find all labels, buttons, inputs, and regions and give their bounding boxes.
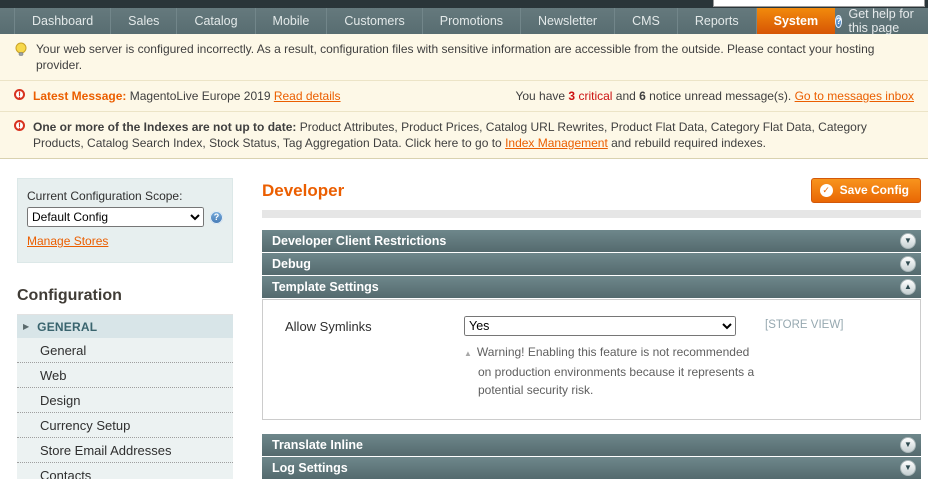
scope-label: Current Configuration Scope: <box>27 189 183 203</box>
header-divider <box>262 210 921 218</box>
lightbulb-icon <box>14 42 28 57</box>
unread-and: and <box>612 89 640 103</box>
section-developer-client-restrictions[interactable]: Developer Client Restrictions ▼ <box>262 230 921 252</box>
nav-item-system[interactable]: System <box>756 8 836 34</box>
sidebar-section-general[interactable]: ▶ GENERAL <box>17 315 233 338</box>
top-strip <box>0 0 928 8</box>
section-log-settings[interactable]: Log Settings ▼ <box>262 457 921 479</box>
nav-item-catalog[interactable]: Catalog <box>177 8 256 34</box>
allow-symlinks-label: Allow Symlinks <box>285 319 372 334</box>
section-debug[interactable]: Debug ▼ <box>262 253 921 275</box>
main-content: Developer ✓ Save Config Developer Client… <box>262 178 921 479</box>
global-search-input[interactable] <box>713 0 925 7</box>
manage-stores-link[interactable]: Manage Stores <box>27 234 108 248</box>
scope-select[interactable]: Default Config <box>27 207 204 227</box>
read-details-link[interactable]: Read details <box>274 89 341 103</box>
sidebar-item-general[interactable]: General <box>17 338 233 363</box>
allow-symlinks-select[interactable]: Yes <box>464 316 736 336</box>
nav-item-dashboard[interactable]: Dashboard <box>14 8 112 34</box>
error-icon: ! <box>14 120 25 131</box>
configuration-scope-box: Current Configuration Scope: Default Con… <box>17 178 233 263</box>
sidebar-item-store-email-addresses[interactable]: Store Email Addresses <box>17 438 233 463</box>
config-sidebar: Current Configuration Scope: Default Con… <box>17 178 233 479</box>
page-title: Developer <box>262 180 345 200</box>
index-management-link[interactable]: Index Management <box>505 136 608 150</box>
nav-item-sales[interactable]: Sales <box>111 8 178 34</box>
unread-pre: You have <box>515 89 569 103</box>
index-warning-suffix: and rebuild required indexes. <box>607 136 766 150</box>
section-label: Debug <box>272 257 311 271</box>
chevron-down-icon[interactable]: ▼ <box>900 233 916 249</box>
nav-item-promotions[interactable]: Promotions <box>423 8 522 34</box>
index-warning-message: ! One or more of the Indexes are not up … <box>0 112 928 158</box>
get-help-link[interactable]: ? Get help for this page <box>835 7 928 35</box>
sidebar-item-currency-setup[interactable]: Currency Setup <box>17 413 233 438</box>
chevron-down-icon[interactable]: ▼ <box>900 256 916 272</box>
section-label: Developer Client Restrictions <box>272 234 447 248</box>
check-circle-icon: ✓ <box>819 183 833 197</box>
nav-item-customers[interactable]: Customers <box>327 8 423 34</box>
server-notice-message: Your web server is configured incorrectl… <box>0 34 928 81</box>
question-circle-icon: ? <box>835 14 843 28</box>
critical-word: critical <box>575 89 613 103</box>
section-label: Template Settings <box>272 280 379 294</box>
latest-message-body: MagentoLive Europe 2019 <box>129 89 271 103</box>
server-notice-text: Your web server is configured incorrectl… <box>36 42 875 72</box>
scope-help-icon[interactable]: ? <box>210 210 223 224</box>
nav-item-reports[interactable]: Reports <box>678 8 757 34</box>
index-warning-bold: One or more of the Indexes are not up to… <box>33 120 297 134</box>
notice-count: 6 <box>639 89 646 103</box>
save-config-button[interactable]: ✓ Save Config <box>810 178 921 203</box>
section-label: Log Settings <box>272 461 348 475</box>
unread-summary: You have 3 critical and 6 notice unread … <box>515 88 914 104</box>
nav-item-mobile[interactable]: Mobile <box>256 8 328 34</box>
latest-message-label: Latest Message: <box>33 89 127 103</box>
arrow-right-icon: ▶ <box>23 322 30 331</box>
latest-message-row: ! Latest Message: MagentoLive Europe 201… <box>0 81 928 112</box>
section-translate-inline[interactable]: Translate Inline ▼ <box>262 434 921 456</box>
symlinks-warning-text: Warning! Enabling this feature is not re… <box>476 345 755 397</box>
store-view-scope-label: [STORE VIEW] <box>765 319 844 331</box>
unread-post: notice unread message(s). <box>645 89 795 103</box>
chevron-up-icon[interactable]: ▲ <box>900 279 916 295</box>
index-warning-text: One or more of the Indexes are not up to… <box>33 119 914 151</box>
save-config-label: Save Config <box>839 183 909 197</box>
chevron-down-icon[interactable]: ▼ <box>900 437 916 453</box>
nav-item-cms[interactable]: CMS <box>615 8 678 34</box>
section-template-settings[interactable]: Template Settings ▲ <box>262 276 921 298</box>
messages-inbox-link[interactable]: Go to messages inbox <box>795 89 914 103</box>
error-icon: ! <box>14 89 25 100</box>
sidebar-section-label: GENERAL <box>37 319 98 334</box>
get-help-label: Get help for this page <box>848 7 914 35</box>
page-body: Current Configuration Scope: Default Con… <box>0 159 928 479</box>
notification-area: Your web server is configured incorrectl… <box>0 34 928 159</box>
template-settings-panel: Allow Symlinks Yes ▲ Warning! Enabling th… <box>262 299 921 420</box>
section-label: Translate Inline <box>272 438 364 452</box>
sidebar-item-contacts[interactable]: Contacts <box>17 463 233 479</box>
sidebar-item-web[interactable]: Web <box>17 363 233 388</box>
sidebar-item-design[interactable]: Design <box>17 388 233 413</box>
latest-message-text: Latest Message: MagentoLive Europe 2019 … <box>33 88 495 104</box>
nav-item-newsletter[interactable]: Newsletter <box>521 8 616 34</box>
warning-triangle-icon: ▲ <box>464 349 472 358</box>
sidebar-heading: Configuration <box>17 278 233 315</box>
admin-navbar: Dashboard Sales Catalog Mobile Customers… <box>0 7 928 35</box>
symlinks-warning-note: ▲ Warning! Enabling this feature is not r… <box>464 343 764 399</box>
chevron-down-icon[interactable]: ▼ <box>900 460 916 476</box>
